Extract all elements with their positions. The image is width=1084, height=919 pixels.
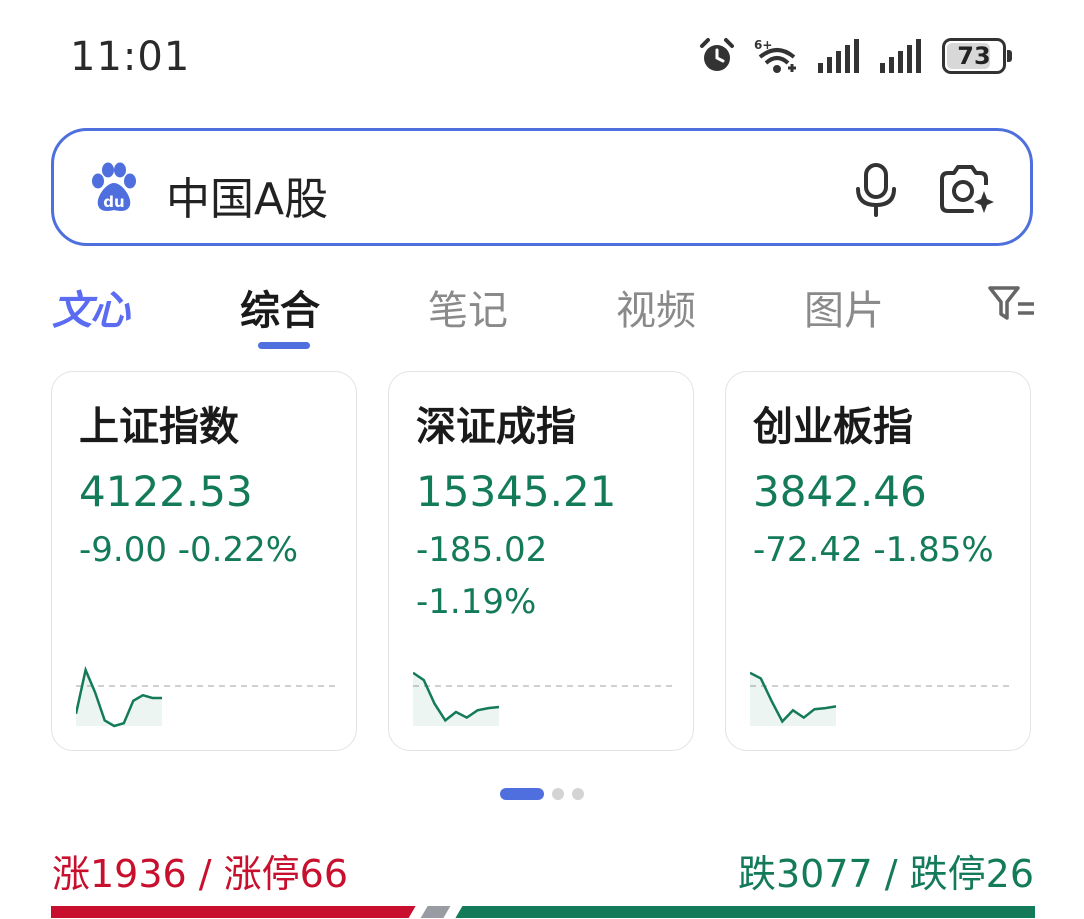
- decliners-count: 跌3077 / 跌停26: [737, 852, 1034, 896]
- camera-sparkle-icon[interactable]: [936, 161, 996, 217]
- index-card-shenzhen[interactable]: 深证成指 15345.21 -185.02 -1.19%: [388, 371, 694, 751]
- alarm-icon: [700, 38, 734, 71]
- index-sparkline: [750, 671, 1012, 726]
- svg-text:du: du: [103, 193, 124, 211]
- wifi-6-icon: 6+: [754, 38, 796, 73]
- advancers-bar: [51, 906, 416, 918]
- baidu-paw-icon: du: [92, 162, 136, 211]
- tab-images[interactable]: 图片: [804, 278, 884, 336]
- pager-dot[interactable]: [572, 788, 584, 800]
- pager-dot[interactable]: [552, 788, 564, 800]
- search-query[interactable]: 中国A股: [166, 163, 328, 227]
- index-sparkline: [413, 671, 675, 726]
- active-tab-indicator: [258, 342, 310, 349]
- signal-icon: [880, 39, 921, 73]
- index-sparkline: [76, 665, 338, 728]
- clock: 11:01: [70, 34, 191, 80]
- status-icons: 6+ 73: [698, 36, 1012, 76]
- signal-icon: [818, 39, 859, 73]
- flat-bar: [420, 906, 451, 918]
- tab-videos[interactable]: 视频: [616, 278, 696, 336]
- tab-comprehensive[interactable]: 综合: [240, 278, 320, 336]
- search-box[interactable]: du 中国A股: [51, 128, 1033, 246]
- index-name: 上证指数: [79, 404, 239, 450]
- index-value: 4122.53: [79, 467, 253, 516]
- status-bar: 11:01 6+ 73: [0, 0, 1084, 110]
- index-change: -185.02: [416, 530, 548, 570]
- index-change: -9.00 -0.22%: [79, 530, 299, 570]
- market-breadth-bar: [51, 906, 1035, 918]
- index-value: 3842.46: [753, 467, 927, 516]
- index-card-shanghai[interactable]: 上证指数 4122.53 -9.00 -0.22%: [51, 371, 357, 751]
- filter-icon[interactable]: [988, 282, 1034, 324]
- index-name: 深证成指: [416, 404, 576, 450]
- tab-notes[interactable]: 笔记: [428, 278, 508, 336]
- battery-indicator: 73: [942, 38, 1012, 74]
- index-value: 15345.21: [416, 467, 617, 516]
- battery-level: 73: [957, 42, 991, 70]
- index-name: 创业板指: [753, 404, 913, 450]
- advancers-count: 涨1936 / 涨停66: [52, 852, 349, 896]
- tab-wenxin[interactable]: 文心: [52, 278, 130, 336]
- decliners-bar: [455, 906, 1035, 918]
- carousel-pager: [500, 788, 584, 800]
- index-change-percent: -1.19%: [416, 582, 537, 622]
- microphone-icon[interactable]: [852, 161, 900, 217]
- search-tabs: 文心 综合 笔记 视频 图片: [0, 270, 1084, 350]
- index-change: -72.42 -1.85%: [753, 530, 994, 570]
- pager-dot[interactable]: [500, 788, 544, 800]
- index-card-chinext[interactable]: 创业板指 3842.46 -72.42 -1.85%: [725, 371, 1031, 751]
- sparkline-area: [413, 672, 499, 726]
